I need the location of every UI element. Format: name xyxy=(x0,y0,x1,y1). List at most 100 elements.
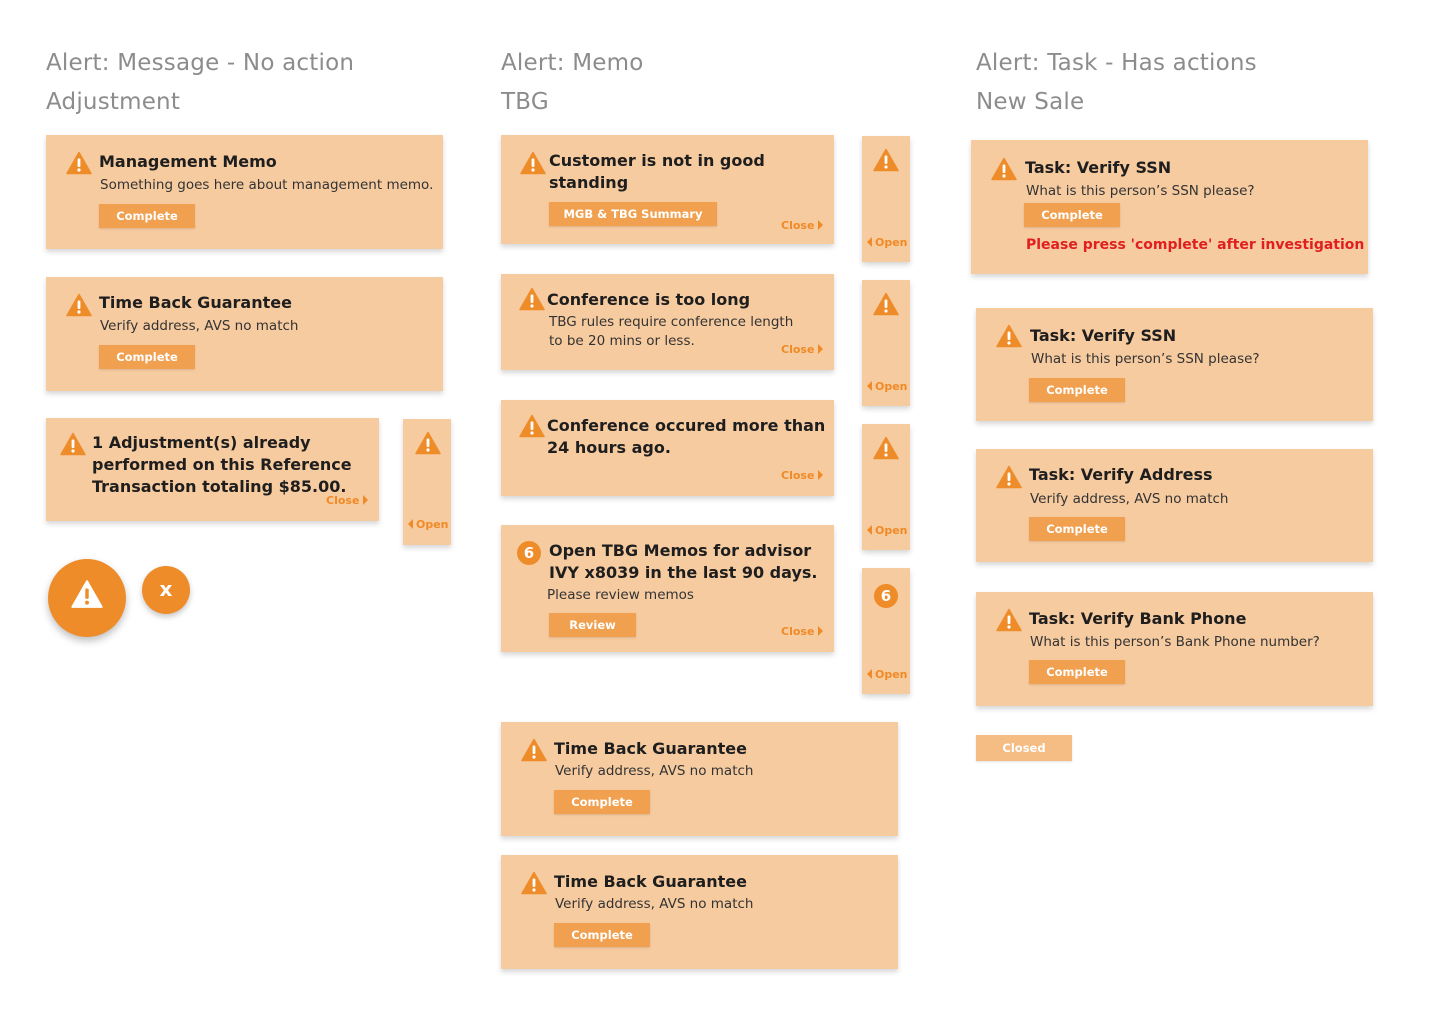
close-link[interactable]: Close xyxy=(781,469,824,482)
alert-card-adjustment: 1 Adjustment(s) already performed on thi… xyxy=(46,418,379,521)
alert-card-customer-standing: Customer is not in good standing MGB & T… xyxy=(501,135,834,244)
summary-button[interactable]: MGB & TBG Summary xyxy=(549,202,717,226)
alert-card-open-memos: 6 Open TBG Memos for advisor IVY x8039 i… xyxy=(501,525,834,652)
collapsed-alert-tab[interactable]: Open xyxy=(862,280,910,406)
task-card-verify-ssn: Task: Verify SSN What is this person’s S… xyxy=(976,308,1373,421)
task-body: What is this person’s SSN please? xyxy=(1026,183,1255,199)
open-label: Open xyxy=(875,380,908,393)
warning-icon xyxy=(415,431,441,455)
column-heading-memo: Alert: Memo xyxy=(501,50,644,76)
close-link[interactable]: Close xyxy=(326,494,369,507)
complete-button[interactable]: Complete xyxy=(1029,660,1125,684)
alert-title-line-1: Open TBG Memos for advisor xyxy=(549,541,812,560)
warning-icon xyxy=(991,157,1017,181)
open-label: Open xyxy=(875,236,908,249)
open-link[interactable]: Open xyxy=(408,518,449,531)
warning-icon xyxy=(521,871,547,895)
open-label: Open xyxy=(875,524,908,537)
warning-icon xyxy=(519,287,545,311)
complete-button[interactable]: Complete xyxy=(554,790,650,814)
column-subheading-adjustment: Adjustment xyxy=(46,89,181,115)
complete-button[interactable]: Complete xyxy=(1024,203,1120,227)
count-badge: 6 xyxy=(517,541,541,565)
complete-button[interactable]: Complete xyxy=(99,204,195,228)
task-title: Task: Verify Bank Phone xyxy=(1029,609,1247,628)
alert-card-time-back-guarantee: Time Back Guarantee Verify address, AVS … xyxy=(46,277,443,391)
open-link[interactable]: Open xyxy=(867,668,908,681)
warning-icon xyxy=(66,293,92,317)
task-title: Task: Verify Address xyxy=(1029,465,1213,484)
alert-body: Verify address, AVS no match xyxy=(555,896,754,912)
close-label: Close xyxy=(781,625,815,638)
alert-title: Time Back Guarantee xyxy=(99,293,292,312)
warning-icon xyxy=(71,580,103,608)
alert-body: Verify address, AVS no match xyxy=(100,318,299,334)
chevron-left-icon xyxy=(867,525,872,535)
alert-title-line-1: Conference occured more than xyxy=(547,416,826,435)
open-link[interactable]: Open xyxy=(867,236,908,249)
warning-icon xyxy=(873,148,899,172)
alert-title-line-3: Transaction totaling $85.00. xyxy=(92,477,347,496)
column-heading-task: Alert: Task - Has actions xyxy=(976,50,1257,76)
collapsed-alert-tab[interactable]: Open xyxy=(403,419,451,545)
alert-card-conference-occured: Conference occured more than 24 hours ag… xyxy=(501,400,834,496)
dismiss-button[interactable]: x xyxy=(142,566,190,614)
collapsed-alert-tab[interactable]: Open xyxy=(862,424,910,550)
warning-icon xyxy=(521,738,547,762)
warning-icon xyxy=(873,292,899,316)
close-link[interactable]: Close xyxy=(781,343,824,356)
complete-button[interactable]: Complete xyxy=(99,345,195,369)
task-card-verify-address: Task: Verify Address Verify address, AVS… xyxy=(976,449,1373,562)
alert-body-line-2: to be 20 mins or less. xyxy=(549,333,695,349)
collapsed-alert-tab[interactable]: 6 Open xyxy=(862,568,910,694)
complete-button[interactable]: Complete xyxy=(554,923,650,947)
alert-card-conference-long: Conference is too long TBG rules require… xyxy=(501,274,834,370)
task-title: Task: Verify SSN xyxy=(1030,326,1177,345)
chevron-left-icon xyxy=(867,381,872,391)
alert-body-line-1: TBG rules require conference length xyxy=(549,314,794,330)
close-label: Close xyxy=(781,469,815,482)
warning-icon xyxy=(873,436,899,460)
task-title: Task: Verify SSN xyxy=(1025,158,1172,177)
alert-title: Conference is too long xyxy=(547,290,751,309)
close-link[interactable]: Close xyxy=(781,219,824,232)
close-label: Close xyxy=(781,219,815,232)
chevron-left-icon xyxy=(867,669,872,679)
complete-button[interactable]: Complete xyxy=(1029,517,1125,541)
alert-title-line-2: standing xyxy=(549,173,629,192)
alert-title: Management Memo xyxy=(99,152,277,171)
alert-body: Verify address, AVS no match xyxy=(555,763,754,779)
investigation-warning: Please press 'complete' after investigat… xyxy=(1026,237,1365,253)
column-subheading-new-sale: New Sale xyxy=(976,89,1085,115)
close-link[interactable]: Close xyxy=(781,625,824,638)
alert-title-line-2: IVY x8039 in the last 90 days. xyxy=(549,563,818,582)
warning-icon xyxy=(996,324,1022,348)
open-link[interactable]: Open xyxy=(867,380,908,393)
review-button[interactable]: Review xyxy=(549,613,636,637)
alert-body: Something goes here about management mem… xyxy=(100,177,434,193)
task-card-verify-ssn: Task: Verify SSN What is this person’s S… xyxy=(971,140,1368,274)
close-label: Close xyxy=(326,494,360,507)
close-label: Close xyxy=(781,343,815,356)
collapsed-alert-tab[interactable]: Open xyxy=(862,136,910,262)
chevron-right-icon xyxy=(818,626,824,636)
alert-title-line-2: 24 hours ago. xyxy=(547,438,671,457)
open-label: Open xyxy=(416,518,449,531)
warning-icon xyxy=(996,465,1022,489)
column-subheading-tbg: TBG xyxy=(501,89,549,115)
complete-button[interactable]: Complete xyxy=(1029,378,1125,402)
close-icon: x xyxy=(159,577,173,601)
warning-icon xyxy=(60,432,86,456)
column-heading-message: Alert: Message - No action xyxy=(46,50,355,76)
chevron-right-icon xyxy=(818,344,824,354)
alert-card-management-memo: Management Memo Something goes here abou… xyxy=(46,135,443,249)
task-body: What is this person’s SSN please? xyxy=(1031,351,1260,367)
alert-fab-button[interactable] xyxy=(48,559,126,637)
alert-title-line-2: performed on this Reference xyxy=(92,455,352,474)
chevron-right-icon xyxy=(363,495,369,505)
alert-card-time-back-guarantee: Time Back Guarantee Verify address, AVS … xyxy=(501,855,898,969)
chevron-left-icon xyxy=(867,237,872,247)
open-link[interactable]: Open xyxy=(867,524,908,537)
chevron-right-icon xyxy=(818,470,824,480)
closed-button[interactable]: Closed xyxy=(976,735,1072,761)
